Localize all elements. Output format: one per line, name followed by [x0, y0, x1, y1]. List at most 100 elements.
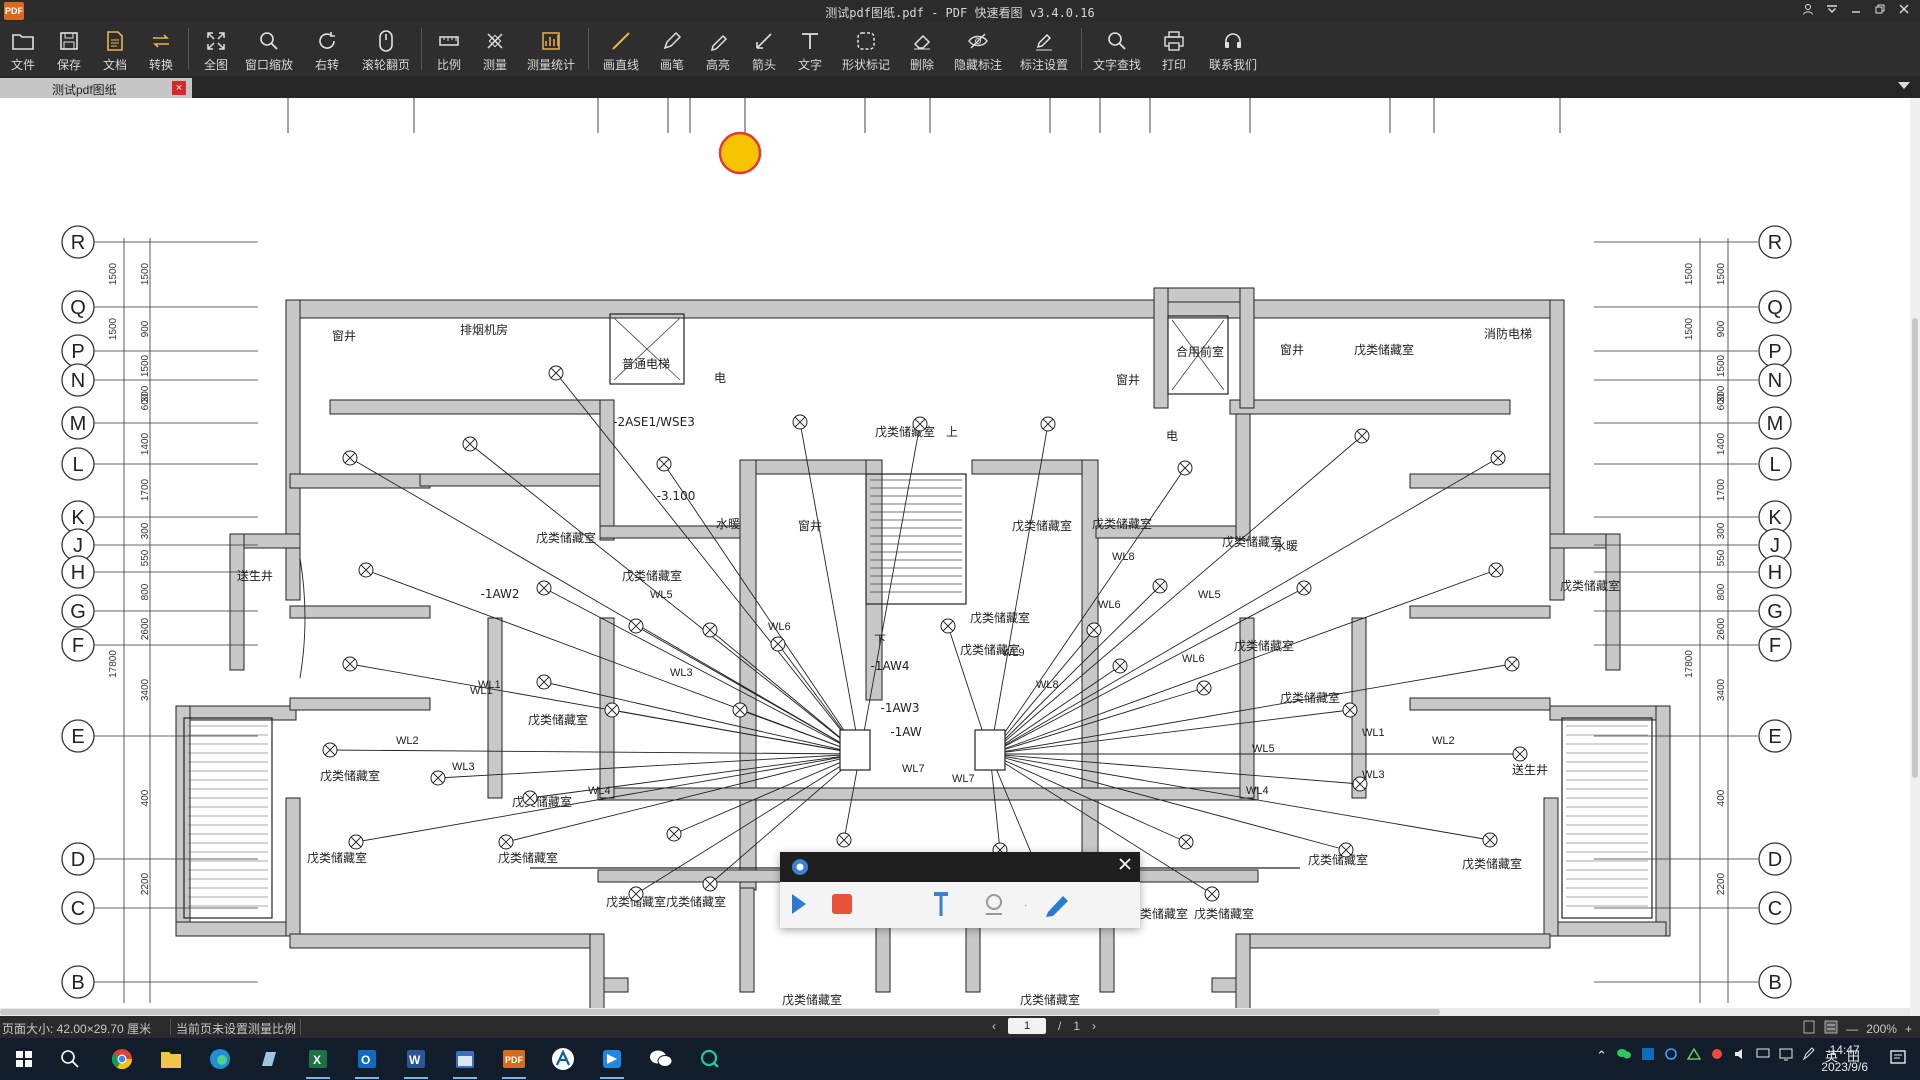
- wall: [1235, 933, 1251, 1008]
- window-zoom-button[interactable]: 窗口缩放: [239, 22, 299, 76]
- page-input[interactable]: 1: [1008, 1018, 1046, 1034]
- dropdown-icon[interactable]: [1820, 0, 1844, 22]
- play-icon[interactable]: [792, 894, 806, 914]
- room-label: 送生井: [237, 568, 273, 583]
- edge-icon[interactable]: [206, 1045, 234, 1073]
- search-icon[interactable]: [56, 1045, 84, 1073]
- contact-button[interactable]: 联系我们: [1200, 22, 1266, 76]
- prev-page-icon[interactable]: ‹: [992, 1019, 996, 1033]
- vertical-scrollbar[interactable]: [1910, 98, 1920, 1016]
- recorder-close-icon[interactable]: [1118, 856, 1132, 876]
- measure-stats-button[interactable]: 测量统计: [518, 22, 584, 76]
- document-tab[interactable]: 测试pdf图纸 ×: [0, 78, 192, 98]
- outlook-icon[interactable]: O: [353, 1045, 381, 1079]
- screen-recorder-widget[interactable]: ·: [780, 852, 1140, 928]
- scroll-page-button[interactable]: 滚轮翻页: [355, 22, 417, 76]
- single-page-view-icon[interactable]: [1802, 1020, 1816, 1037]
- webcam-icon[interactable]: [986, 894, 1002, 915]
- arrow-icon: [751, 28, 777, 54]
- notification-icon[interactable]: [1888, 1048, 1908, 1068]
- vertical-scroll-thumb[interactable]: [1912, 318, 1918, 778]
- convert-button[interactable]: 转换: [138, 22, 184, 76]
- rotate-button[interactable]: 右转: [299, 22, 355, 76]
- folder-icon: [10, 28, 36, 54]
- volume-icon[interactable]: [1733, 1047, 1747, 1064]
- zoom-in-button[interactable]: +: [1905, 1022, 1912, 1036]
- file-explorer-icon[interactable]: [157, 1045, 185, 1073]
- hide-mark-button[interactable]: 隐藏标注: [945, 22, 1011, 76]
- draw-line-button[interactable]: 画直线: [593, 22, 649, 76]
- grid-axis-bubble: B: [1758, 965, 1792, 999]
- next-page-icon[interactable]: ›: [1092, 1019, 1096, 1033]
- qq-tray-icon[interactable]: [1710, 1047, 1724, 1064]
- grid-axis-label: D: [71, 849, 85, 871]
- pen-button[interactable]: 画笔: [649, 22, 695, 76]
- horizontal-scrollbar[interactable]: [0, 1008, 1910, 1016]
- fit-page-button[interactable]: 全图: [193, 22, 239, 76]
- grid-axis-bubble: Q: [61, 290, 95, 324]
- measure-button[interactable]: 测量: [472, 22, 518, 76]
- delete-button[interactable]: 删除: [899, 22, 945, 76]
- recorder-controls: ·: [780, 882, 1140, 928]
- circuit-wire: [989, 709, 1351, 755]
- pin-icon[interactable]: [934, 892, 948, 916]
- stop-icon[interactable]: [832, 894, 852, 914]
- highlight-button[interactable]: 高亮: [695, 22, 741, 76]
- qq-icon[interactable]: [696, 1045, 724, 1073]
- restore-icon[interactable]: [1868, 0, 1892, 22]
- minimize-icon[interactable]: [1844, 0, 1868, 22]
- horizontal-scroll-thumb[interactable]: [0, 1009, 1440, 1015]
- save-icon: [56, 28, 82, 54]
- calendar-icon[interactable]: [451, 1045, 479, 1079]
- shape-mark-button[interactable]: 形状标记: [833, 22, 899, 76]
- system-clock[interactable]: 14:47 2023/9/6: [1821, 1042, 1868, 1076]
- wechat-icon[interactable]: [647, 1045, 675, 1073]
- tab-close-button[interactable]: ×: [172, 81, 186, 95]
- continuous-view-icon[interactable]: [1824, 1020, 1838, 1037]
- wall: [285, 797, 301, 937]
- dimension-label: 1500: [140, 262, 151, 285]
- excel-icon[interactable]: X: [304, 1045, 332, 1079]
- mark-settings-button[interactable]: 标注设置: [1011, 22, 1077, 76]
- circuit-label: WL8: [1036, 679, 1059, 691]
- room-label: 戊类储藏室: [528, 712, 588, 727]
- file-button[interactable]: 文件: [0, 22, 46, 76]
- text-button[interactable]: 文字: [787, 22, 833, 76]
- room-label: 戊类储藏室: [1462, 856, 1522, 871]
- chrome-icon[interactable]: [108, 1045, 136, 1073]
- tab-menu-icon[interactable]: [1898, 82, 1910, 89]
- page-total: 1: [1073, 1019, 1081, 1033]
- grid-axis-label: E: [71, 726, 84, 748]
- circuit-label: WL9: [1002, 647, 1025, 659]
- wall: [597, 787, 1259, 801]
- nvidia-icon[interactable]: [1686, 1047, 1702, 1064]
- app-icon[interactable]: [598, 1045, 626, 1079]
- close-icon[interactable]: [1892, 0, 1916, 22]
- chevron-up-icon[interactable]: ⌃: [1596, 1048, 1607, 1064]
- zoom-out-button[interactable]: —: [1846, 1022, 1858, 1036]
- print-button[interactable]: 打印: [1148, 22, 1200, 76]
- annotate-pen-icon[interactable]: [1046, 896, 1068, 917]
- pen-icon[interactable]: [1802, 1047, 1816, 1064]
- monitor-icon[interactable]: [1779, 1047, 1793, 1064]
- windows-start-icon[interactable]: [10, 1045, 38, 1073]
- save-button[interactable]: 保存: [46, 22, 92, 76]
- network-tray-icon[interactable]: [1664, 1047, 1678, 1064]
- word-icon[interactable]: W: [402, 1045, 430, 1079]
- scale-button[interactable]: 比例: [426, 22, 472, 76]
- user-icon[interactable]: [1796, 0, 1820, 22]
- text-search-button[interactable]: 文字查找: [1086, 22, 1148, 76]
- room-label: 戊类储藏室: [1234, 638, 1294, 653]
- pdf-viewer-icon[interactable]: PDF: [500, 1045, 528, 1079]
- outlook-tray-icon[interactable]: [1641, 1047, 1655, 1064]
- arrow-button[interactable]: 箭头: [741, 22, 787, 76]
- document-button[interactable]: 文档: [92, 22, 138, 76]
- wall: [1409, 473, 1551, 489]
- camera-icon: [790, 858, 810, 876]
- display-icon[interactable]: [1756, 1047, 1770, 1064]
- wechat-tray-icon[interactable]: [1616, 1047, 1632, 1064]
- autocad-icon[interactable]: [549, 1045, 577, 1073]
- mouse-icon: [373, 28, 399, 54]
- wall: [1409, 697, 1551, 711]
- notepad-icon[interactable]: [255, 1045, 283, 1073]
